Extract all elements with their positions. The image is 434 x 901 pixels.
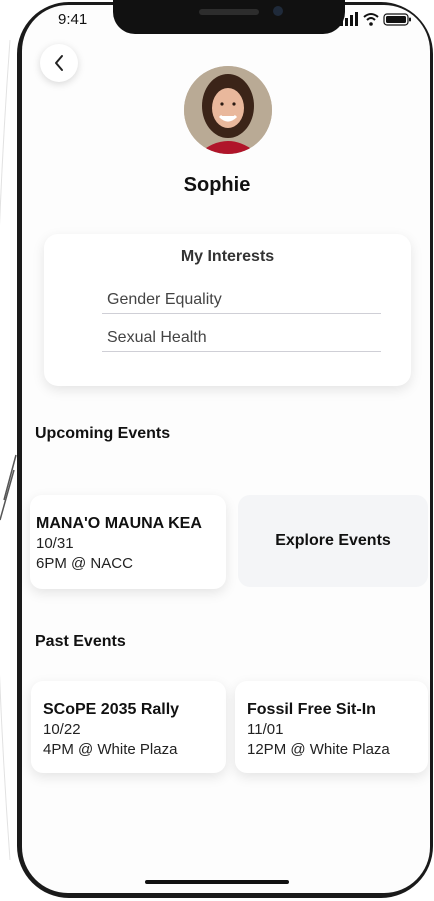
interest-label: Gender Equality [107, 291, 222, 308]
explore-events-button[interactable]: Explore Events [238, 495, 428, 587]
event-title: MANA'O MAUNA KEA [36, 515, 202, 532]
avatar [184, 66, 272, 154]
chevron-left-icon [55, 55, 63, 71]
event-date: 11/01 [247, 721, 284, 738]
back-button[interactable] [40, 44, 78, 82]
interests-title: My Interests [180, 248, 275, 265]
profile-name: Sophie [183, 174, 251, 196]
interests-card: My Interests Gender Equality Sexual Heal… [44, 234, 411, 386]
interest-item[interactable]: Sexual Health [102, 327, 381, 352]
event-time: 6PM @ NACC [36, 555, 133, 572]
upcoming-event-card[interactable]: MANA'O MAUNA KEA 10/31 6PM @ NACC [30, 495, 226, 589]
past-events-title: Past Events [35, 633, 126, 650]
event-title: SCoPE 2035 Rally [43, 701, 180, 718]
event-date: 10/22 [43, 721, 81, 738]
camera-icon [273, 6, 283, 16]
home-indicator[interactable] [145, 880, 289, 884]
wifi-icon [363, 13, 379, 26]
past-event-card[interactable]: SCoPE 2035 Rally 10/22 4PM @ White Plaza [31, 681, 226, 773]
speaker-grille [199, 9, 259, 15]
interest-item[interactable]: Gender Equality [102, 289, 381, 314]
past-event-card[interactable]: Fossil Free Sit-In 11/01 12PM @ White Pl… [235, 681, 428, 773]
event-time: 4PM @ White Plaza [43, 741, 178, 758]
interest-label: Sexual Health [107, 329, 207, 346]
battery-icon [383, 13, 411, 26]
event-time: 12PM @ White Plaza [247, 741, 390, 758]
event-date: 10/31 [36, 535, 74, 552]
phone-notch [113, 0, 345, 34]
upcoming-events-title: Upcoming Events [35, 425, 171, 442]
profile-photo [184, 66, 272, 154]
status-icons [340, 12, 411, 26]
status-time: 9:41 [58, 11, 88, 28]
event-title: Fossil Free Sit-In [247, 701, 376, 718]
